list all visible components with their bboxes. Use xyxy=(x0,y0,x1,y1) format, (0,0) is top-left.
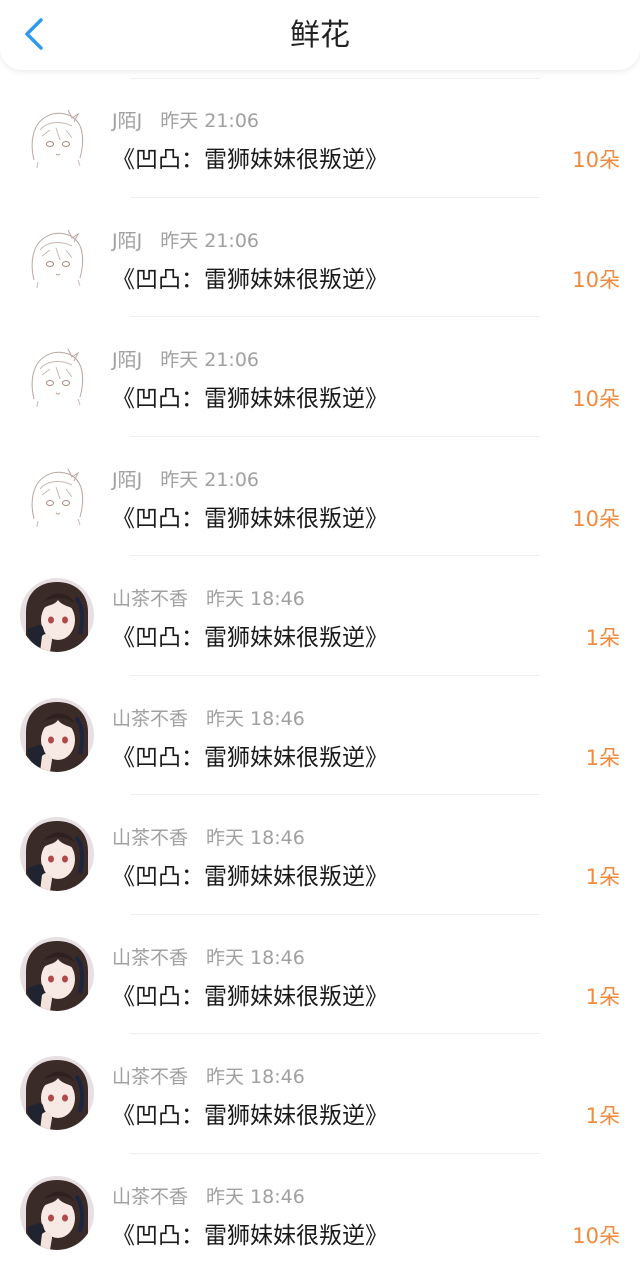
gift-row[interactable]: J陌J 昨天 21:06 《凹凸：雷狮妹妹很叛逆》 10朵 xyxy=(0,437,640,557)
book-title: 《凹凸：雷狮妹妹很叛逆》 xyxy=(112,983,388,1010)
sketch-girl-avatar[interactable] xyxy=(20,219,94,294)
book-title: 《凹凸：雷狮妹妹很叛逆》 xyxy=(112,266,388,293)
anime-girl-avatar[interactable] xyxy=(20,1175,94,1250)
page-title: 鲜花 xyxy=(290,18,350,53)
gift-time: 昨天 21:06 xyxy=(160,349,260,371)
flower-amount: 1朵 xyxy=(585,984,620,1009)
gift-meta: J陌J 昨天 21:06 xyxy=(112,465,259,492)
gift-row[interactable]: J陌J 昨天 21:06 《凹凸：雷狮妹妹很叛逆》 10朵 xyxy=(0,317,640,437)
gift-meta: 山茶不香 昨天 18:46 xyxy=(112,823,305,850)
book-title: 《凹凸：雷狮妹妹很叛逆》 xyxy=(112,505,388,532)
flower-amount: 1朵 xyxy=(585,745,620,770)
anime-girl-avatar[interactable] xyxy=(20,1056,94,1130)
top-bar: 鲜花 xyxy=(0,0,640,70)
flower-amount: 10朵 xyxy=(572,387,620,411)
flower-amount: 10朵 xyxy=(572,1223,620,1248)
flowers-page: 鲜花 J陌J 昨天 21:06 《凹凸：雷狮妹妹很叛逆》 10朵 J陌J 昨天 21:0… xyxy=(0,0,640,1263)
gift-time: 昨天 18:46 xyxy=(206,1185,305,1208)
sender-name[interactable]: J陌J xyxy=(112,230,142,252)
book-title: 《凹凸：雷狮妹妹很叛逆》 xyxy=(112,1222,388,1249)
anime-girl-avatar[interactable] xyxy=(20,817,94,891)
gift-meta: J陌J 昨天 21:06 xyxy=(112,226,259,253)
book-title: 《凹凸：雷狮妹妹很叛逆》 xyxy=(112,744,388,771)
gift-row[interactable]: J陌J 昨天 21:06 《凹凸：雷狮妹妹很叛逆》 10朵 xyxy=(0,198,640,318)
gift-row[interactable]: 山茶不香 昨天 18:46 《凹凸：雷狮妹妹很叛逆》 1朵 xyxy=(0,676,640,796)
gift-row[interactable]: 山茶不香 昨天 18:46 《凹凸：雷狮妹妹很叛逆》 1朵 xyxy=(0,915,640,1035)
gift-meta: 山茶不香 昨天 18:46 xyxy=(112,704,305,731)
anime-girl-avatar[interactable] xyxy=(20,936,94,1011)
flower-amount: 10朵 xyxy=(572,148,620,172)
flower-amount: 10朵 xyxy=(572,506,620,531)
book-title: 《凹凸：雷狮妹妹很叛逆》 xyxy=(112,1103,388,1129)
gift-time: 昨天 21:06 xyxy=(160,110,260,132)
flower-amount: 1朵 xyxy=(585,1104,620,1128)
gift-row[interactable]: 山茶不香 昨天 18:46 《凹凸：雷狮妹妹很叛逆》 10朵 xyxy=(0,1154,640,1263)
sender-name[interactable]: 山茶不香 xyxy=(112,947,188,969)
gift-time: 昨天 18:46 xyxy=(206,588,305,610)
gift-row[interactable]: 山茶不香 昨天 18:46 《凹凸：雷狮妹妹很叛逆》 1朵 xyxy=(0,1034,640,1154)
sender-name[interactable]: 山茶不香 xyxy=(112,708,188,730)
flower-amount: 1朵 xyxy=(585,865,620,889)
sketch-girl-avatar[interactable] xyxy=(20,339,94,413)
anime-girl-avatar[interactable] xyxy=(20,578,94,652)
sketch-girl-avatar[interactable] xyxy=(20,100,94,174)
gift-row[interactable]: 山茶不香 昨天 18:46 《凹凸：雷狮妹妹很叛逆》 1朵 xyxy=(0,795,640,915)
sender-name[interactable]: J陌J xyxy=(112,110,142,132)
gift-time: 昨天 18:46 xyxy=(206,827,305,849)
sender-name[interactable]: 山茶不香 xyxy=(112,588,188,610)
gift-meta: 山茶不香 昨天 18:46 xyxy=(112,1062,305,1089)
sketch-girl-avatar[interactable] xyxy=(20,458,94,533)
sender-name[interactable]: J陌J xyxy=(112,349,142,371)
sender-name[interactable]: J陌J xyxy=(112,469,142,491)
gift-row[interactable]: J陌J 昨天 21:06 《凹凸：雷狮妹妹很叛逆》 10朵 xyxy=(0,78,640,198)
book-title: 《凹凸：雷狮妹妹很叛逆》 xyxy=(112,864,388,890)
gift-meta: J陌J 昨天 21:06 xyxy=(112,106,259,133)
anime-girl-avatar[interactable] xyxy=(20,697,94,772)
gift-time: 昨天 18:46 xyxy=(206,1066,305,1088)
book-title: 《凹凸：雷狮妹妹很叛逆》 xyxy=(112,625,388,651)
gift-time: 昨天 21:06 xyxy=(160,468,260,491)
gift-row[interactable]: 山茶不香 昨天 18:46 《凹凸：雷狮妹妹很叛逆》 1朵 xyxy=(0,556,640,676)
flower-amount: 1朵 xyxy=(585,626,620,650)
flower-amount: 10朵 xyxy=(572,267,620,292)
sender-name[interactable]: 山茶不香 xyxy=(112,827,188,849)
sender-name[interactable]: 山茶不香 xyxy=(112,1066,188,1088)
gift-meta: 山茶不香 昨天 18:46 xyxy=(112,584,305,611)
book-title: 《凹凸：雷狮妹妹很叛逆》 xyxy=(112,147,388,173)
gift-meta: 山茶不香 昨天 18:46 xyxy=(112,943,305,970)
sender-name[interactable]: 山茶不香 xyxy=(112,1186,188,1208)
gift-meta: J陌J 昨天 21:06 xyxy=(112,345,259,372)
gift-time: 昨天 21:06 xyxy=(160,229,260,252)
gift-time: 昨天 18:46 xyxy=(206,707,305,730)
book-title: 《凹凸：雷狮妹妹很叛逆》 xyxy=(112,386,388,412)
gift-time: 昨天 18:46 xyxy=(206,946,305,969)
gift-meta: 山茶不香 昨天 18:46 xyxy=(112,1182,305,1209)
flower-gift-list: J陌J 昨天 21:06 《凹凸：雷狮妹妹很叛逆》 10朵 J陌J 昨天 21:06 《凹… xyxy=(0,78,640,1263)
